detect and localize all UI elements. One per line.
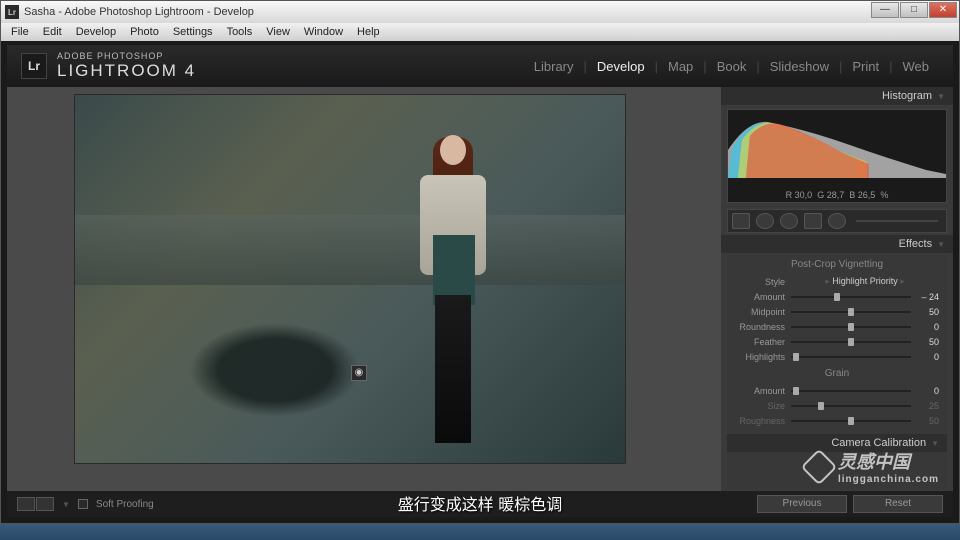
window-titlebar: Lr Sasha - Adobe Photoshop Lightroom - D… (1, 1, 959, 23)
video-subtitle: 盛行变成这样 暖棕色调 (1, 491, 959, 515)
slider-value[interactable]: 25 (911, 401, 939, 411)
gradient-tool-icon[interactable] (804, 213, 822, 229)
slider-feather[interactable] (791, 337, 911, 347)
lightroom-logo-icon: Lr (21, 53, 47, 79)
slider-amount[interactable] (791, 386, 911, 396)
maximize-button[interactable]: □ (900, 2, 928, 18)
slider-value[interactable]: 50 (911, 337, 939, 347)
effects-header[interactable]: Effects▼ (721, 235, 953, 253)
menu-photo[interactable]: Photo (124, 24, 165, 40)
module-picker: Library|Develop|Map|Book|Slideshow|Print… (524, 59, 939, 74)
tool-strip (727, 209, 947, 233)
grain-section-title: Grain (727, 364, 947, 383)
slider-roundness[interactable] (791, 322, 911, 332)
slider-value[interactable]: 50 (911, 416, 939, 426)
slider-amount[interactable] (791, 292, 911, 302)
module-web[interactable]: Web (893, 59, 940, 74)
style-label: Style (735, 277, 791, 287)
menu-settings[interactable]: Settings (167, 24, 219, 40)
slider-value[interactable]: – 24 (911, 292, 939, 302)
slider-midpoint[interactable] (791, 307, 911, 317)
menu-view[interactable]: View (260, 24, 296, 40)
app-icon: Lr (5, 5, 19, 19)
menubar: FileEditDevelopPhotoSettingsToolsViewWin… (1, 23, 959, 41)
app-header: Lr ADOBE PHOTOSHOP LIGHTROOM 4 Library|D… (7, 45, 953, 87)
slider-roughness (791, 416, 911, 426)
color-sampler-icon[interactable]: ◉ (351, 365, 367, 381)
slider-value[interactable]: 0 (911, 352, 939, 362)
slider-label: Amount (735, 386, 791, 396)
watermark-logo-icon (801, 448, 838, 485)
vignette-style-dropdown[interactable]: Highlight Priority (791, 276, 939, 287)
watermark: 灵感中国 lingganchina.com (806, 448, 939, 485)
redeye-tool-icon[interactable] (780, 213, 798, 229)
slider-value[interactable]: 50 (911, 307, 939, 317)
menu-window[interactable]: Window (298, 24, 349, 40)
menu-edit[interactable]: Edit (37, 24, 68, 40)
menu-help[interactable]: Help (351, 24, 386, 40)
spot-tool-icon[interactable] (756, 213, 774, 229)
photo-preview[interactable]: ◉ (75, 95, 625, 463)
close-button[interactable]: ✕ (929, 2, 957, 18)
slider-label: Feather (735, 337, 791, 347)
minimize-button[interactable]: — (871, 2, 899, 18)
module-map[interactable]: Map (658, 59, 703, 74)
brush-size-slider[interactable] (856, 220, 938, 222)
slider-label: Highlights (735, 352, 791, 362)
slider-size (791, 401, 911, 411)
brush-tool-icon[interactable] (828, 213, 846, 229)
slider-label: Amount (735, 292, 791, 302)
preview-area[interactable]: ◉ (7, 87, 721, 491)
menu-file[interactable]: File (5, 24, 35, 40)
slider-label: Size (735, 401, 791, 411)
brand-big: LIGHTROOM 4 (57, 61, 196, 81)
module-library[interactable]: Library (524, 59, 584, 74)
module-develop[interactable]: Develop (587, 59, 655, 74)
slider-label: Roundness (735, 322, 791, 332)
brand-small: ADOBE PHOTOSHOP (57, 51, 196, 61)
slider-label: Midpoint (735, 307, 791, 317)
slider-value[interactable]: 0 (911, 322, 939, 332)
menu-tools[interactable]: Tools (221, 24, 259, 40)
module-slideshow[interactable]: Slideshow (760, 59, 839, 74)
right-panel: Histogram▼ R 30,0 G 28,7 B 26,5 % (721, 87, 953, 491)
menu-develop[interactable]: Develop (70, 24, 122, 40)
slider-value[interactable]: 0 (911, 386, 939, 396)
windows-taskbar[interactable] (0, 524, 960, 540)
slider-label: Roughness (735, 416, 791, 426)
module-book[interactable]: Book (707, 59, 757, 74)
histogram[interactable]: R 30,0 G 28,7 B 26,5 % (727, 109, 947, 203)
histogram-header[interactable]: Histogram▼ (721, 87, 953, 105)
module-print[interactable]: Print (842, 59, 889, 74)
histogram-readout: R 30,0 G 28,7 B 26,5 % (728, 190, 946, 200)
crop-tool-icon[interactable] (732, 213, 750, 229)
vignette-section-title: Post-Crop Vignetting (727, 255, 947, 274)
slider-highlights[interactable] (791, 352, 911, 362)
window-title: Sasha - Adobe Photoshop Lightroom - Deve… (24, 6, 254, 18)
